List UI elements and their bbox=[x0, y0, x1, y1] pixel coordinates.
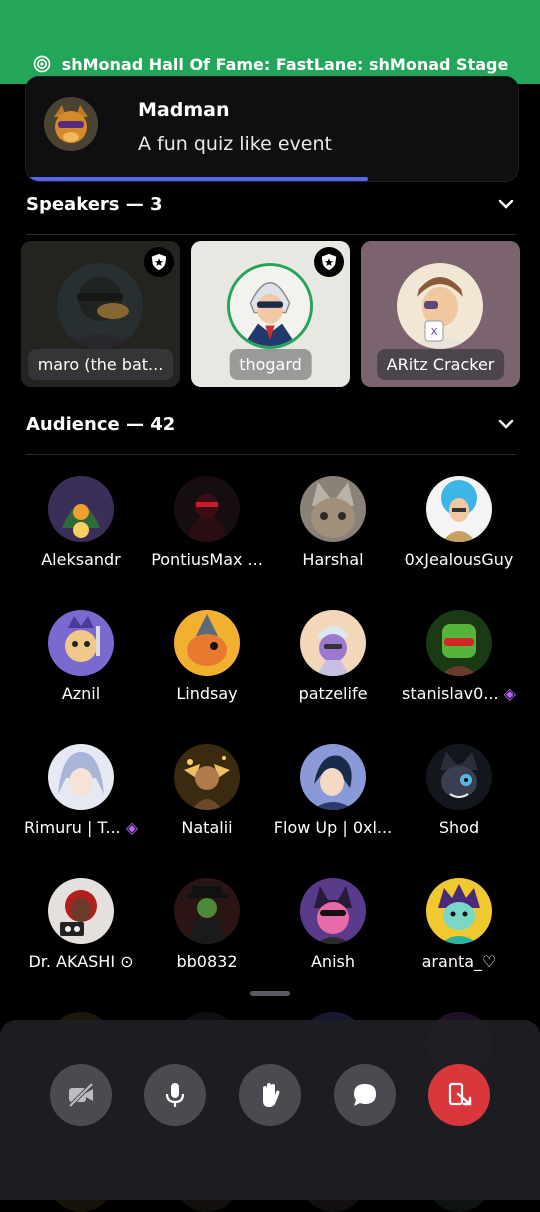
member-name: stanislav0... ◈ bbox=[402, 684, 516, 703]
leave-stage-button[interactable] bbox=[428, 1064, 490, 1126]
chat-bubble-icon bbox=[354, 1084, 376, 1106]
member-avatar bbox=[174, 610, 240, 676]
chevron-down-icon bbox=[498, 419, 514, 429]
member-name: aranta_♡ bbox=[421, 952, 497, 971]
microphone-icon bbox=[165, 1083, 185, 1107]
speaker-name: maro (the bat... bbox=[27, 349, 174, 380]
audience-member[interactable]: Harshal bbox=[266, 476, 400, 569]
audience-member[interactable]: Aznil bbox=[14, 610, 148, 703]
leave-icon bbox=[448, 1082, 472, 1106]
audience-header[interactable]: Audience — 42 bbox=[26, 404, 516, 444]
member-avatar bbox=[174, 878, 240, 944]
moderator-badge bbox=[144, 247, 174, 277]
member-name: bb0832 bbox=[176, 952, 238, 971]
speakers-label: Speakers — 3 bbox=[26, 193, 163, 215]
stage-title: shMonad Hall Of Fame: FastLane: shMonad … bbox=[61, 54, 509, 74]
audience-member[interactable]: Shod bbox=[392, 744, 526, 837]
audience-member[interactable]: Aleksandr bbox=[14, 476, 148, 569]
speaker-avatar: X bbox=[397, 263, 483, 349]
member-avatar bbox=[426, 476, 492, 542]
speaker-tile[interactable]: X ARitz Cracker bbox=[361, 241, 520, 387]
member-avatar bbox=[174, 476, 240, 542]
audience-member[interactable]: Rimuru | T... ◈ bbox=[14, 744, 148, 837]
sheet-drag-handle[interactable] bbox=[250, 991, 290, 996]
audience-member[interactable]: PontiusMax ... bbox=[140, 476, 274, 569]
audience-member[interactable]: stanislav0... ◈ bbox=[392, 610, 526, 703]
audience-member[interactable]: Flow Up | 0xl... bbox=[266, 744, 400, 837]
speaker-name: ARitz Cracker bbox=[376, 349, 505, 380]
speaker-tile[interactable]: thogard bbox=[191, 241, 350, 387]
hand-icon bbox=[263, 1083, 280, 1107]
status-icon: ⊙ bbox=[120, 952, 134, 971]
member-name: patzelife bbox=[298, 684, 368, 703]
stage-icon bbox=[33, 55, 51, 73]
member-name: Lindsay bbox=[176, 684, 238, 703]
event-host-name: Madman bbox=[138, 99, 230, 121]
member-avatar bbox=[300, 878, 366, 944]
audience-member[interactable]: patzelife bbox=[266, 610, 400, 703]
audience-member[interactable]: 0xJealousGuy bbox=[392, 476, 526, 569]
moderator-badge bbox=[314, 247, 344, 277]
stage-title-bar[interactable]: shMonad Hall Of Fame: FastLane: shMonad … bbox=[0, 54, 540, 74]
member-avatar bbox=[426, 878, 492, 944]
microphone-button[interactable] bbox=[144, 1064, 206, 1126]
speakers-header[interactable]: Speakers — 3 bbox=[26, 184, 516, 224]
member-name: Natalii bbox=[181, 818, 233, 837]
audience-member[interactable]: aranta_♡ bbox=[392, 878, 526, 971]
member-name: Harshal bbox=[302, 550, 364, 569]
speaker-avatar bbox=[57, 263, 143, 349]
chat-button[interactable] bbox=[334, 1064, 396, 1126]
audience-member[interactable]: bb0832 bbox=[140, 878, 274, 971]
member-name: Shod bbox=[438, 818, 480, 837]
audience-member[interactable]: Dr. AKASHI ⊙ bbox=[14, 878, 148, 971]
moderator-shield-icon bbox=[151, 253, 167, 271]
member-name: Anish bbox=[310, 952, 355, 971]
speaker-name: thogard bbox=[229, 349, 312, 380]
event-card[interactable]: Madman A fun quiz like event bbox=[25, 76, 519, 182]
divider bbox=[26, 454, 516, 455]
audience-label: Audience — 42 bbox=[26, 413, 176, 435]
member-name: Aznil bbox=[61, 684, 101, 703]
member-avatar bbox=[300, 610, 366, 676]
member-name: Rimuru | T... ◈ bbox=[23, 818, 139, 837]
nitro-boost-icon: ◈ bbox=[503, 684, 516, 703]
member-name: Aleksandr bbox=[41, 550, 121, 569]
member-avatar bbox=[48, 476, 114, 542]
raise-hand-button[interactable] bbox=[239, 1064, 301, 1126]
event-description: A fun quiz like event bbox=[138, 133, 332, 155]
member-avatar bbox=[300, 744, 366, 810]
divider bbox=[26, 234, 516, 235]
moderator-shield-icon bbox=[321, 253, 337, 271]
member-avatar bbox=[48, 744, 114, 810]
member-avatar bbox=[174, 744, 240, 810]
member-name: Dr. AKASHI ⊙ bbox=[28, 952, 134, 971]
svg-text:X: X bbox=[431, 327, 438, 338]
member-avatar bbox=[48, 610, 114, 676]
member-avatar bbox=[426, 744, 492, 810]
audience-member[interactable]: Anish bbox=[266, 878, 400, 971]
camera-off-button[interactable] bbox=[50, 1064, 112, 1126]
member-avatar bbox=[300, 476, 366, 542]
member-name: PontiusMax ... bbox=[151, 550, 263, 569]
chevron-down-icon bbox=[498, 199, 514, 209]
audience-member[interactable]: Natalii bbox=[140, 744, 274, 837]
host-avatar bbox=[44, 97, 98, 151]
member-avatar bbox=[48, 878, 114, 944]
member-name: Flow Up | 0xl... bbox=[273, 818, 393, 837]
speaker-tile[interactable]: maro (the bat... bbox=[21, 241, 180, 387]
audience-member[interactable]: Lindsay bbox=[140, 610, 274, 703]
member-name: 0xJealousGuy bbox=[404, 550, 514, 569]
member-avatar bbox=[426, 610, 492, 676]
speaker-avatar-speaking bbox=[227, 263, 313, 349]
nitro-boost-icon: ◈ bbox=[125, 818, 139, 837]
camera-off-icon bbox=[68, 1082, 94, 1108]
event-progress-bar bbox=[26, 177, 368, 181]
